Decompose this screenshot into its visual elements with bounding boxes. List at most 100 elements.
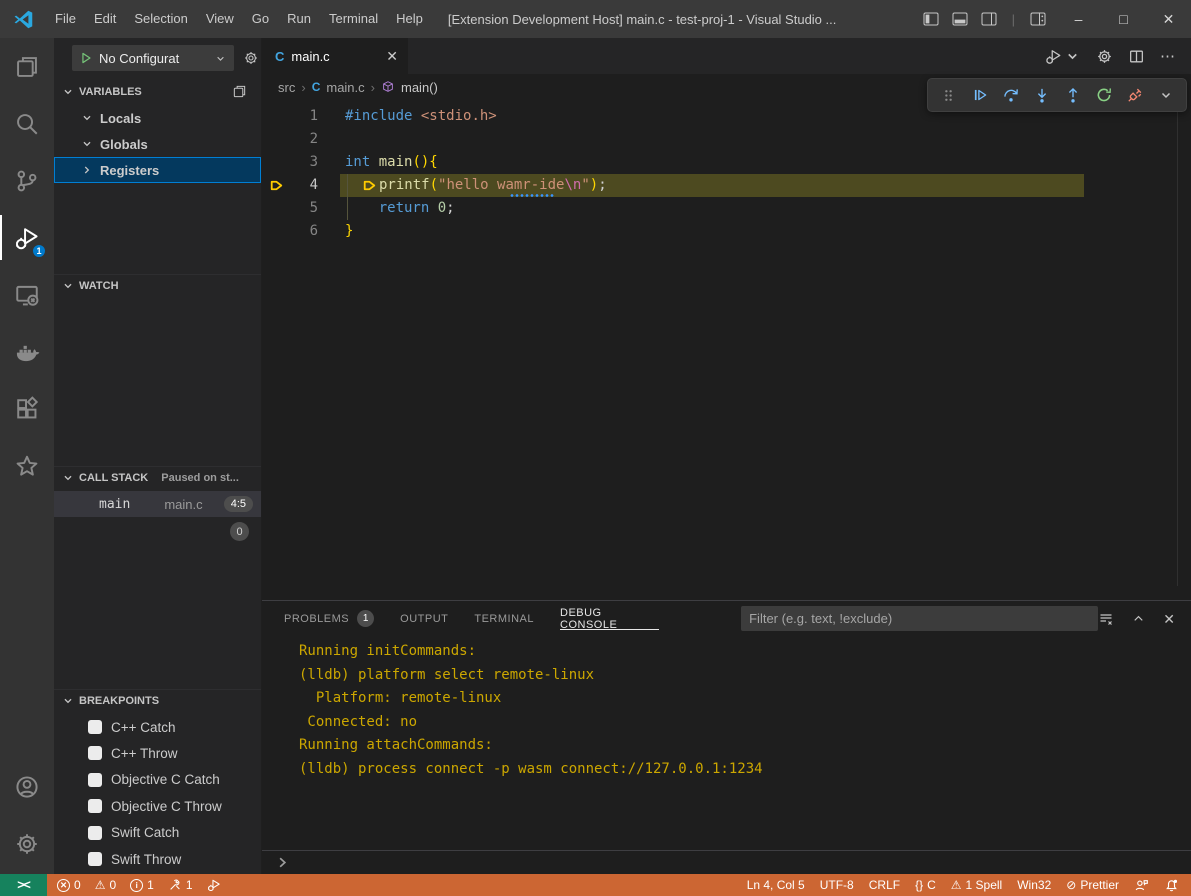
toggle-panel-icon[interactable]: [952, 12, 968, 26]
variables-item-registers[interactable]: Registers: [54, 157, 261, 183]
title-bar: FileEditSelectionViewGoRunTerminalHelp […: [0, 0, 1191, 38]
call-stack-frame[interactable]: main main.c 4:5: [54, 491, 261, 517]
clear-console-icon[interactable]: [1098, 611, 1114, 627]
activity-source-control[interactable]: [0, 152, 54, 209]
activity-extensions[interactable]: [0, 380, 54, 437]
more-debug-actions-icon[interactable]: [1153, 83, 1178, 108]
breakpoints-title: BREAKPOINTS: [79, 695, 159, 707]
status-ln-4-col-5[interactable]: Ln 4, Col 5: [747, 878, 805, 892]
status-win32[interactable]: Win32: [1017, 878, 1051, 892]
status-debug[interactable]: [207, 878, 221, 892]
breakpoint-checkbox[interactable]: [88, 852, 102, 866]
toggle-secondary-sidebar-icon[interactable]: [981, 12, 997, 26]
more-actions-icon[interactable]: ⋯: [1160, 47, 1176, 65]
close-panel-icon[interactable]: ✕: [1163, 612, 1175, 626]
status-feedback[interactable]: [1134, 878, 1149, 893]
breakpoint-checkbox[interactable]: [88, 746, 102, 760]
menu-run[interactable]: Run: [278, 0, 320, 38]
activity-search[interactable]: [0, 95, 54, 152]
disconnect-icon[interactable]: [1122, 83, 1147, 108]
close-tab-icon[interactable]: ✕: [386, 48, 398, 65]
breakpoint-row[interactable]: Objective C Catch: [54, 767, 261, 793]
breakpoint-row[interactable]: Swift Throw: [54, 846, 261, 872]
activity-settings[interactable]: [0, 815, 54, 872]
variables-item-locals[interactable]: Locals: [54, 105, 261, 131]
debug-console-filter-input[interactable]: [741, 606, 1098, 631]
breakpoint-row[interactable]: C++ Catch: [54, 714, 261, 740]
call-stack-section-header[interactable]: CALL STACK Paused on st...: [54, 466, 261, 489]
debug-configuration-dropdown[interactable]: No Configurat: [72, 45, 234, 71]
code-line-5: 5 return 0;: [262, 197, 1191, 220]
breadcrumb-file[interactable]: main.c: [326, 80, 364, 95]
status-prettier[interactable]: ⊘Prettier: [1066, 878, 1119, 892]
start-debug-icon[interactable]: [79, 51, 93, 65]
status-c[interactable]: {}C: [915, 878, 936, 892]
debug-run-icon[interactable]: [1045, 48, 1081, 65]
status-1-spell[interactable]: ⚠1 Spell: [951, 878, 1002, 892]
debug-execution-pointer-icon[interactable]: [268, 177, 285, 194]
activity-star[interactable]: [0, 437, 54, 494]
breadcrumb-symbol[interactable]: main(): [401, 80, 438, 95]
status-utf-8[interactable]: UTF-8: [820, 878, 854, 892]
menu-help[interactable]: Help: [387, 0, 432, 38]
customize-layout-icon[interactable]: [1030, 12, 1046, 26]
debug-configure-gear-icon[interactable]: [243, 50, 259, 66]
maximize-panel-icon[interactable]: [1131, 611, 1146, 626]
breakpoint-checkbox[interactable]: [88, 826, 102, 840]
call-stack-status: Paused on st...: [161, 472, 239, 484]
status-1[interactable]: 1: [168, 878, 193, 892]
copy-value-icon[interactable]: [232, 84, 247, 99]
menu-terminal[interactable]: Terminal: [320, 0, 387, 38]
warning-icon: ⚠: [95, 879, 106, 891]
tab-main-c[interactable]: C main.c ✕: [262, 38, 408, 74]
status-1[interactable]: i1: [130, 878, 154, 892]
toggle-sidebar-icon[interactable]: [923, 12, 939, 26]
call-stack-title: CALL STACK: [79, 472, 148, 484]
continue-icon[interactable]: [967, 83, 992, 108]
step-out-icon[interactable]: [1060, 83, 1085, 108]
status-0[interactable]: ⚠0: [95, 878, 116, 892]
close-button[interactable]: ✕: [1146, 0, 1191, 38]
breakpoints-section-header[interactable]: BREAKPOINTS: [54, 689, 261, 712]
breakpoint-checkbox[interactable]: [88, 799, 102, 813]
debug-console-input[interactable]: [262, 850, 1191, 874]
panel-tab-debug-console[interactable]: DEBUG CONSOLE: [560, 601, 659, 636]
activity-run-and-debug[interactable]: 1: [0, 209, 54, 266]
breakpoint-checkbox[interactable]: [88, 720, 102, 734]
breakpoint-row[interactable]: Swift Catch: [54, 820, 261, 846]
minimize-button[interactable]: –: [1056, 0, 1101, 38]
activity-docker[interactable]: [0, 323, 54, 380]
status-0[interactable]: ✕0: [57, 878, 81, 892]
activity-accounts[interactable]: [0, 758, 54, 815]
menu-go[interactable]: Go: [243, 0, 278, 38]
status-crlf[interactable]: CRLF: [869, 878, 900, 892]
bottom-panel: PROBLEMS1OUTPUTTERMINALDEBUG CONSOLE ✕ R…: [262, 600, 1191, 874]
menu-view[interactable]: View: [197, 0, 243, 38]
breadcrumb-src[interactable]: src: [278, 80, 295, 95]
watch-section-header[interactable]: WATCH: [54, 274, 261, 297]
status-bell[interactable]: [1164, 878, 1179, 893]
menu-edit[interactable]: Edit: [85, 0, 125, 38]
step-into-icon[interactable]: [1029, 83, 1054, 108]
panel-tab-problems[interactable]: PROBLEMS1: [284, 601, 374, 636]
breakpoint-checkbox[interactable]: [88, 773, 102, 787]
remote-indicator[interactable]: ><: [0, 874, 47, 896]
panel-tab-output[interactable]: OUTPUT: [400, 601, 448, 636]
settings-gear-icon[interactable]: [1096, 48, 1113, 65]
maximize-button[interactable]: □: [1101, 0, 1146, 38]
breakpoint-row[interactable]: C++ Throw: [54, 740, 261, 766]
activity-explorer[interactable]: [0, 38, 54, 95]
menu-selection[interactable]: Selection: [125, 0, 196, 38]
code-editor[interactable]: 1#include <stdio.h>23int main(){4printf(…: [262, 100, 1191, 600]
split-editor-icon[interactable]: [1128, 48, 1145, 65]
menu-file[interactable]: File: [46, 0, 85, 38]
variables-item-globals[interactable]: Globals: [54, 131, 261, 157]
drag-handle-icon[interactable]: [936, 83, 961, 108]
panel-tab-terminal[interactable]: TERMINAL: [474, 601, 534, 636]
activity-remote-explorer[interactable]: [0, 266, 54, 323]
step-over-icon[interactable]: [998, 83, 1023, 108]
breadcrumb-separator: ›: [301, 80, 305, 95]
breakpoint-row[interactable]: Objective C Throw: [54, 793, 261, 819]
restart-icon[interactable]: [1091, 83, 1116, 108]
variables-section-header[interactable]: VARIABLES: [54, 80, 261, 103]
